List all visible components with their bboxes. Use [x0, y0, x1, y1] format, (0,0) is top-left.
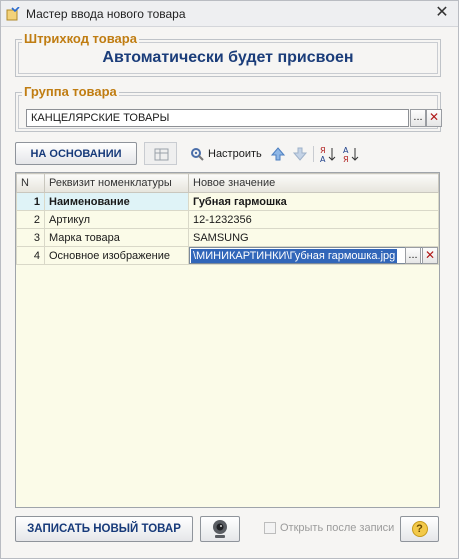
column-header-n[interactable]: N — [16, 173, 45, 193]
open-after-save-option[interactable]: Открыть после записи — [264, 522, 394, 534]
webcam-icon — [209, 518, 231, 540]
image-path-input[interactable]: \МИНИКАРТИНКИ\Губная гармошка.jpg — [191, 249, 398, 263]
barcode-value: Автоматически будет присвоен — [102, 49, 354, 66]
row-attribute: Артикул — [44, 210, 189, 229]
svg-text:А: А — [320, 155, 326, 163]
product-group-title: Группа товара — [22, 84, 119, 99]
open-after-save-label: Открыть после записи — [280, 522, 395, 534]
row-attribute: Наименование — [44, 192, 189, 211]
product-group-clear-button[interactable]: ✕ — [426, 109, 442, 127]
configure-label: Настроить — [208, 148, 262, 160]
row-number: 3 — [16, 228, 45, 247]
table-header-row: N Реквизит номенклатуры Новое значение — [16, 173, 439, 193]
save-new-product-button[interactable]: ЗАПИСАТЬ НОВЫЙ ТОВАР — [15, 516, 193, 542]
column-header-value[interactable]: Новое значение — [188, 173, 439, 193]
svg-text:Я: Я — [343, 155, 349, 163]
image-path-clear-button[interactable]: ✕ — [422, 247, 438, 264]
configure-icon — [189, 146, 205, 162]
row-number: 2 — [16, 210, 45, 229]
table-row[interactable]: 2 Артикул 12-1232356 — [16, 210, 439, 229]
title-bar: Мастер ввода нового товара ✕ — [1, 1, 458, 27]
table-row[interactable]: 3 Марка товара SAMSUNG — [16, 228, 439, 247]
configure-button[interactable]: Настроить — [189, 146, 262, 162]
table-icon[interactable] — [144, 142, 177, 165]
barcode-group: Штрихкод товара Автоматически будет прис… — [15, 32, 441, 77]
product-group-field[interactable]: КАНЦЕЛЯРСКИЕ ТОВАРЫ — [26, 109, 409, 127]
help-button[interactable]: ? — [400, 516, 439, 542]
based-on-button[interactable]: НА ОСНОВАНИИ — [15, 142, 137, 165]
arrow-up-icon[interactable] — [270, 146, 286, 162]
row-attribute: Основное изображение — [44, 246, 189, 265]
close-icon[interactable]: ✕ — [434, 5, 450, 21]
row-number: 1 — [16, 192, 45, 211]
open-after-save-checkbox[interactable] — [264, 522, 276, 534]
help-icon: ? — [411, 521, 428, 537]
row-number: 4 — [16, 246, 45, 265]
attributes-table[interactable]: N Реквизит номенклатуры Новое значение 1… — [15, 172, 440, 508]
row-attribute: Марка товара — [44, 228, 189, 247]
arrow-down-icon[interactable] — [292, 146, 308, 162]
window-title: Мастер ввода нового товара — [26, 6, 186, 21]
barcode-group-title: Штрихкод товара — [22, 31, 139, 46]
row-value-editor[interactable]: \МИНИКАРТИНКИ\Губная гармошка.jpg ... ✕ — [188, 246, 439, 265]
wizard-window: Мастер ввода нового товара ✕ Штрихкод то… — [0, 0, 459, 559]
table-row[interactable]: 4 Основное изображение \МИНИКАРТИНКИ\Губ… — [16, 246, 439, 265]
product-group-select-button[interactable]: ... — [410, 109, 426, 127]
toolbar-divider — [313, 146, 314, 162]
column-header-attribute[interactable]: Реквизит номенклатуры — [44, 173, 189, 193]
svg-text:А: А — [343, 146, 349, 155]
sort-desc-icon[interactable]: А Я — [342, 145, 360, 164]
row-value[interactable]: 12-1232356 — [188, 210, 439, 229]
wizard-icon — [6, 5, 20, 21]
table-row[interactable]: 1 Наименование Губная гармошка — [16, 192, 439, 211]
svg-text:Я: Я — [320, 146, 326, 155]
product-group: Группа товара КАНЦЕЛЯРСКИЕ ТОВАРЫ ... ✕ — [15, 85, 442, 132]
webcam-button[interactable] — [200, 516, 240, 542]
sort-asc-icon[interactable]: Я А — [319, 145, 337, 164]
row-value[interactable]: SAMSUNG — [188, 228, 439, 247]
image-path-select-button[interactable]: ... — [405, 247, 421, 264]
row-value[interactable]: Губная гармошка — [188, 192, 439, 211]
